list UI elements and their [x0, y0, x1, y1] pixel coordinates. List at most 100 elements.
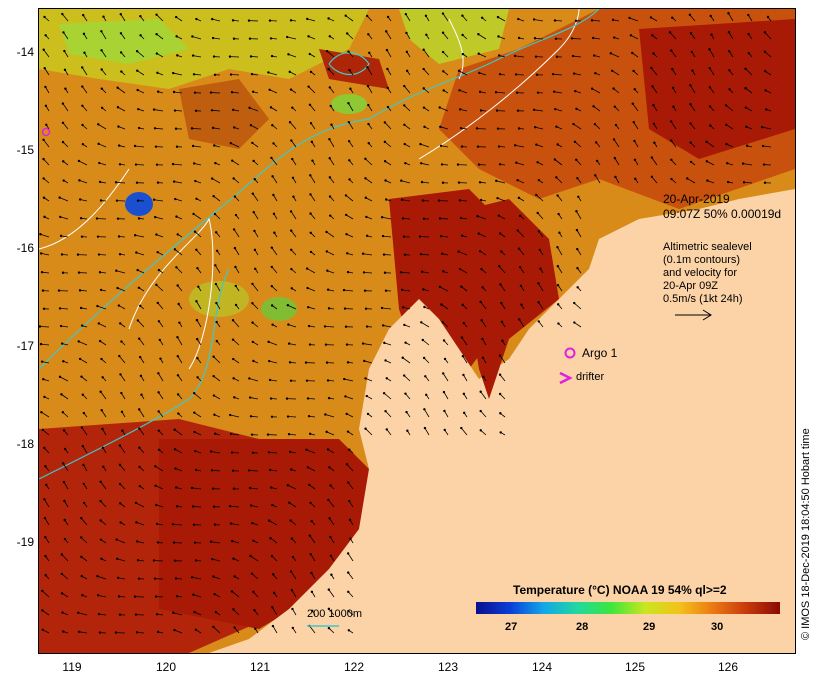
velocity-arrow-head	[62, 480, 66, 484]
velocity-arrow-head	[62, 360, 65, 363]
velocity-arrow-head	[437, 199, 441, 202]
velocity-arrow-head	[175, 595, 179, 598]
velocity-arrow-head	[252, 539, 255, 543]
velocity-arrow-head	[742, 181, 746, 184]
velocity-arrow-head	[633, 158, 637, 162]
velocity-arrow-head	[231, 19, 235, 22]
velocity-arrow-head	[348, 68, 351, 72]
velocity-arrow-head	[135, 181, 139, 184]
velocity-arrow-head	[348, 448, 351, 451]
velocity-arrow-head	[289, 570, 293, 573]
velocity-arrow-head	[39, 252, 43, 255]
velocity-arrow-head	[368, 51, 371, 55]
velocity-arrow-head	[136, 559, 140, 562]
velocity-arrow-head	[116, 557, 119, 561]
velocity-arrow-head	[96, 574, 99, 578]
velocity-arrow-head	[173, 559, 177, 562]
velocity-arrow-head	[211, 17, 214, 21]
velocity-arrow-head	[628, 16, 631, 20]
velocity-arrow-head	[537, 178, 541, 182]
velocity-arrow-head	[193, 411, 196, 414]
velocity-arrow-head	[347, 590, 350, 594]
velocity-arrow-head	[460, 234, 464, 237]
velocity-arrow-head	[267, 519, 271, 522]
velocity-arrow-head	[478, 90, 482, 94]
velocity-arrow-head	[691, 69, 694, 72]
velocity-arrow-head	[42, 307, 46, 310]
velocity-arrow-head	[328, 86, 331, 89]
velocity-arrow-head	[727, 49, 731, 53]
velocity-arrow-head	[727, 30, 731, 34]
velocity-arrow-head	[402, 374, 406, 377]
velocity-arrow-head	[497, 54, 501, 57]
velocity-arrow-head	[42, 446, 46, 450]
velocity-arrow-head	[138, 465, 141, 469]
velocity-arrow-head	[119, 32, 123, 35]
velocity-arrow-head	[133, 595, 137, 598]
velocity-arrow-head	[211, 126, 215, 130]
velocity-arrow-head	[329, 535, 332, 539]
velocity-arrow-head	[517, 196, 521, 200]
velocity-arrow-head	[634, 177, 637, 181]
x-tick-label: 121	[249, 660, 271, 674]
velocity-arrow-head	[443, 428, 446, 432]
velocity-arrow-head	[81, 85, 84, 88]
velocity-arrow-head	[234, 284, 237, 288]
velocity-arrow-head	[744, 106, 748, 109]
velocity-arrow-head	[668, 31, 672, 34]
velocity-arrow-head	[156, 301, 159, 305]
velocity-arrow-head	[382, 253, 386, 256]
sst-map[interactable]: 20-Apr-2019 09:07Z 50% 0.00019d Altimetr…	[38, 8, 796, 654]
velocity-arrow-head	[384, 409, 387, 413]
velocity-arrow-head	[345, 412, 348, 416]
x-tick-label: 125	[624, 660, 646, 674]
velocity-arrow-head	[138, 355, 142, 359]
velocity-arrow-head	[482, 375, 485, 378]
velocity-arrow-head	[595, 159, 599, 163]
velocity-arrow-head	[80, 574, 83, 578]
velocity-arrow-head	[209, 450, 213, 453]
velocity-arrow-head	[762, 163, 766, 166]
velocity-arrow-head	[82, 501, 86, 505]
velocity-arrow-head	[384, 289, 388, 292]
velocity-arrow-head	[291, 176, 295, 180]
velocity-arrow-head	[271, 573, 275, 576]
velocity-arrow-head	[461, 303, 464, 306]
velocity-arrow-head	[576, 286, 579, 289]
velocity-arrow-head	[422, 67, 425, 71]
velocity-arrow-head	[251, 321, 254, 324]
velocity-arrow-head	[172, 611, 175, 614]
velocity-arrow-head	[100, 49, 103, 52]
velocity-arrow-head	[41, 289, 45, 292]
velocity-arrow-head	[419, 162, 423, 165]
velocity-arrow-head	[309, 174, 312, 177]
velocity-arrow-head	[324, 343, 328, 346]
velocity-arrow-head	[349, 87, 352, 90]
velocity-arrow-head	[400, 288, 404, 292]
y-tick-label: -19	[16, 535, 34, 549]
velocity-arrow-head	[457, 250, 460, 253]
velocity-arrow-head	[500, 320, 504, 324]
velocity-arrow-head	[269, 397, 273, 400]
velocity-arrow-head	[344, 213, 348, 217]
velocity-arrow-head	[267, 451, 271, 454]
velocity-arrow-head	[82, 463, 85, 467]
velocity-arrow-head	[234, 265, 237, 269]
velocity-arrow-head	[289, 88, 293, 91]
velocity-arrow-head	[328, 157, 331, 160]
velocity-arrow-head	[499, 412, 502, 415]
velocity-arrow-head	[477, 232, 480, 235]
velocity-arrow-head	[556, 284, 560, 287]
velocity-arrow-head	[575, 107, 578, 111]
velocity-arrow-head	[155, 52, 159, 55]
velocity-arrow-head	[439, 234, 443, 238]
velocity-arrow-head	[157, 391, 160, 394]
velocity-arrow-head	[232, 377, 235, 380]
velocity-arrow-head	[252, 159, 255, 163]
velocity-arrow-head	[383, 160, 387, 163]
velocity-arrow-head	[175, 505, 179, 508]
velocity-arrow-head	[80, 426, 84, 429]
velocity-arrow-head	[422, 288, 425, 291]
velocity-arrow-head	[42, 138, 45, 142]
velocity-arrow-head	[458, 108, 462, 111]
